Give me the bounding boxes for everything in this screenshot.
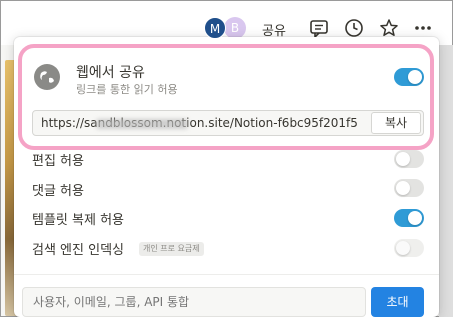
more-icon[interactable] (412, 17, 434, 39)
option-label-comment: 댓글 허용 (32, 184, 84, 199)
invite-button[interactable]: 초대 (371, 287, 424, 317)
public-url-field[interactable]: https://sandblossom.notion.site/Notion-f… (32, 110, 424, 136)
template-toggle[interactable] (394, 209, 424, 227)
redaction-blur (96, 119, 188, 129)
plan-badge: 개인 프로 요금제 (139, 242, 204, 256)
publish-title: 웹에서 공유 (76, 65, 145, 81)
star-icon[interactable] (378, 17, 400, 39)
indexing-toggle[interactable] (394, 239, 424, 257)
option-label-indexing: 검색 엔진 인덱싱 (32, 243, 124, 258)
public-url-text: https://sandblossom.notion.site/Notion-f… (41, 116, 358, 130)
divider (14, 274, 439, 275)
toggle-knob (396, 241, 410, 255)
publish-subtitle: 링크를 통한 읽기 허용 (76, 83, 178, 96)
avatar-m[interactable]: M (204, 17, 226, 39)
publish-toggle[interactable] (394, 68, 424, 86)
option-label-template: 템플릿 복제 허용 (32, 213, 124, 228)
toggle-knob (408, 70, 422, 84)
toggle-knob (396, 152, 410, 166)
globe-icon (34, 64, 60, 90)
scrollbar-track[interactable] (439, 45, 453, 317)
toggle-knob (396, 181, 410, 195)
toggle-knob (408, 211, 422, 225)
invite-input[interactable] (22, 287, 366, 317)
copy-button[interactable]: 복사 (371, 112, 421, 134)
edit-toggle[interactable] (394, 150, 424, 168)
avatar-b[interactable]: B (224, 17, 246, 39)
option-label-edit: 편집 허용 (32, 154, 84, 169)
clock-icon[interactable] (343, 17, 365, 39)
comment-toggle[interactable] (394, 179, 424, 197)
comment-icon[interactable] (308, 17, 330, 39)
